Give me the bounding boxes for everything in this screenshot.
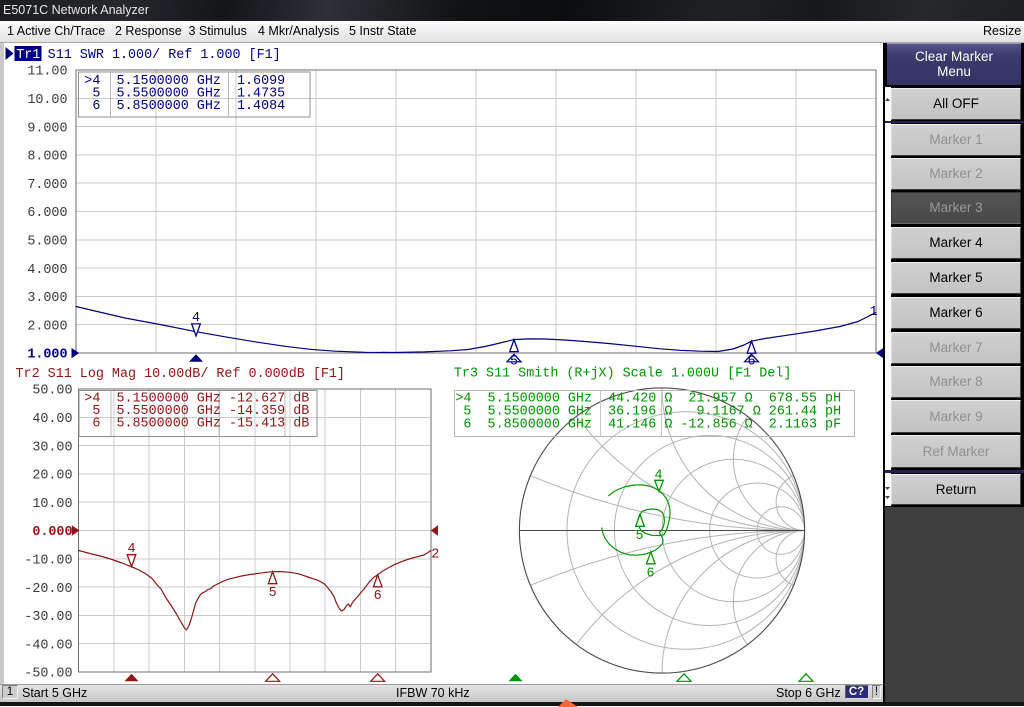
svg-text:-50.00: -50.00 (24, 667, 72, 682)
svg-text:6.000: 6.000 (27, 206, 67, 221)
svg-text:1.000: 1.000 (27, 348, 67, 363)
svg-text:10.00: 10.00 (32, 497, 72, 512)
svg-text:5: 5 (635, 529, 643, 544)
svg-text:Tr1: Tr1 (16, 48, 40, 63)
svg-text:9.000: 9.000 (27, 121, 67, 136)
svg-text:2: 2 (431, 548, 439, 563)
svg-text:-30.00: -30.00 (24, 610, 72, 625)
svg-text:6: 6 (374, 589, 382, 604)
svg-text:-20.00: -20.00 (24, 582, 72, 597)
svg-text:50.00: 50.00 (32, 384, 72, 399)
svg-text:0.000: 0.000 (32, 525, 72, 540)
svg-text:4: 4 (192, 311, 200, 326)
svg-text:6 5.8500000 GHz 41.146 Ω -12: 6 5.8500000 GHz 41.146 Ω -12.856 Ω 2.116… (455, 417, 841, 432)
svg-text:40.00: 40.00 (32, 412, 72, 427)
svg-text:6: 6 (646, 567, 654, 582)
svg-text:11.00: 11.00 (27, 65, 67, 80)
svg-text:5: 5 (269, 586, 277, 601)
svg-text:-10.00: -10.00 (24, 554, 72, 569)
svg-text:7.000: 7.000 (27, 178, 67, 193)
svg-text:3.000: 3.000 (27, 291, 67, 306)
svg-text:4.000: 4.000 (27, 263, 67, 278)
svg-text:30.00: 30.00 (32, 440, 72, 455)
svg-text:-40.00: -40.00 (24, 638, 72, 653)
svg-text:6 5.8500000 GHz 1.4084: 6 5.8500000 GHz 1.4084 (84, 99, 285, 114)
svg-text:6 5.8500000 GHz -15.413 dB: 6 5.8500000 GHz -15.413 dB (84, 417, 309, 432)
svg-text:8.000: 8.000 (27, 150, 67, 165)
svg-text:20.00: 20.00 (32, 469, 72, 484)
svg-text:2.000: 2.000 (27, 319, 67, 334)
svg-text:4: 4 (127, 542, 135, 557)
svg-text:4: 4 (654, 469, 662, 484)
svg-text:Tr3 S11 Smith (R+jX) Scale 1.0: Tr3 S11 Smith (R+jX) Scale 1.000U [F1 De… (454, 367, 792, 382)
svg-text:Tr2 S11 Log Mag 10.00dB/ Ref 0: Tr2 S11 Log Mag 10.00dB/ Ref 0.000dB [F1… (16, 367, 345, 382)
svg-text:S11 SWR 1.000/ Ref 1.000 [F1]: S11 SWR 1.000/ Ref 1.000 [F1] (48, 48, 281, 63)
svg-text:10.00: 10.00 (27, 93, 67, 108)
svg-text:5.000: 5.000 (27, 235, 67, 250)
svg-text:1: 1 (870, 305, 878, 320)
